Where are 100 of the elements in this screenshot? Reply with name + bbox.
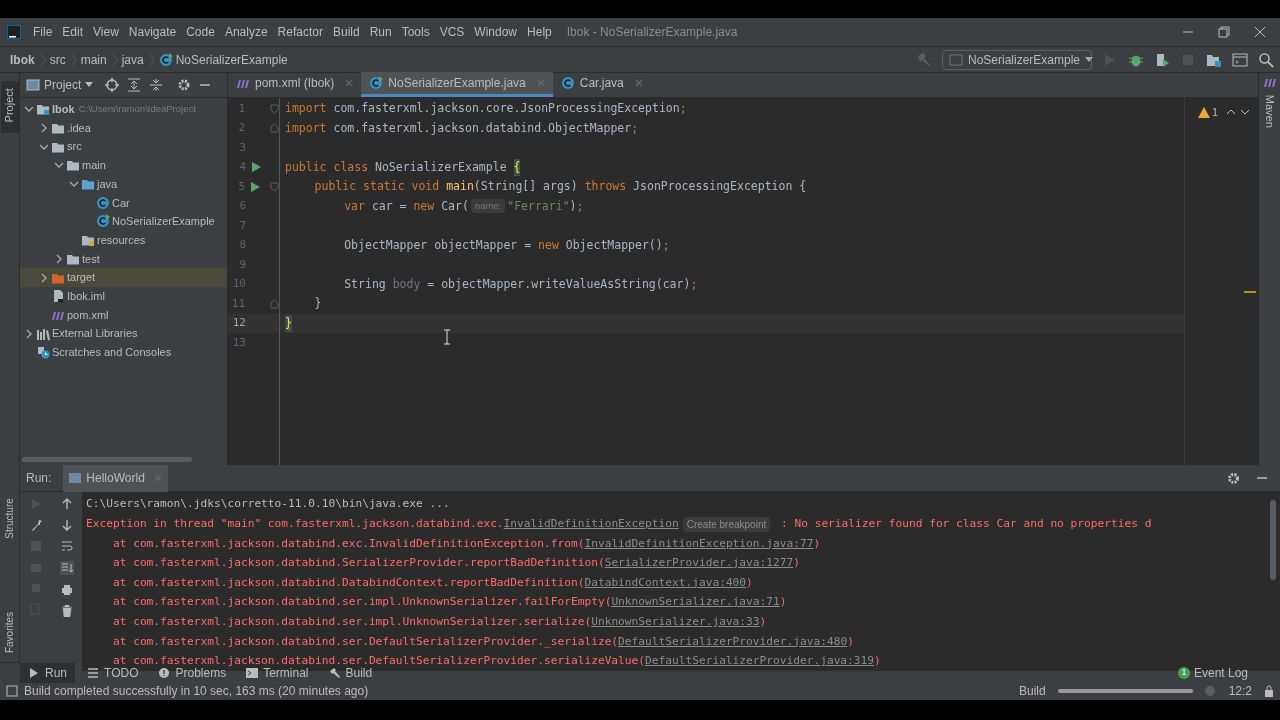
tree-item[interactable]: test (20, 249, 227, 269)
source-link[interactable]: UnknownSerializer.java:33 (591, 613, 760, 631)
maven-tool-tab[interactable]: Maven (1261, 94, 1278, 128)
menu-item[interactable]: Code (181, 23, 220, 41)
source-link[interactable]: SerializerProvider.java:1277 (604, 555, 794, 572)
coverage-icon[interactable] (1154, 51, 1170, 68)
print-icon[interactable] (60, 584, 73, 596)
tree-item[interactable]: Ibok C:\Users\ramon\IdeaProject (20, 100, 227, 119)
tree-item[interactable]: resources (20, 230, 227, 250)
soft-wrap-icon[interactable] (60, 540, 73, 552)
scroll-to-end-icon[interactable] (59, 561, 74, 575)
menu-item[interactable]: View (88, 23, 124, 41)
tree-item[interactable]: Scratches and Consoles (20, 342, 227, 362)
run-icon[interactable] (251, 162, 261, 173)
code-token: { (513, 158, 521, 176)
restore-icon[interactable] (1218, 26, 1230, 38)
source-link[interactable]: InvalidDefinitionException (503, 516, 679, 533)
tool-window-button[interactable]: Run (20, 662, 75, 683)
fold-marker-icon[interactable] (270, 181, 279, 192)
tree-item[interactable]: NoSerializerExample (20, 212, 227, 231)
tree-item[interactable]: .idea (20, 118, 227, 138)
tree-item[interactable]: main (20, 156, 227, 175)
tree-item[interactable]: src (20, 137, 227, 157)
lock-icon[interactable] (1264, 685, 1274, 697)
structure-tool-tab[interactable]: Structure (2, 498, 17, 539)
run-icon[interactable] (249, 181, 260, 192)
run-tab[interactable]: HelloWorld (63, 464, 168, 492)
text-cursor-icon (443, 328, 451, 345)
console-text: ) (874, 653, 881, 670)
chevron-right-icon[interactable] (54, 253, 64, 264)
menu-item[interactable]: Edit (57, 23, 89, 41)
tree-item[interactable]: Ibok.iml (20, 286, 227, 306)
fold-marker-icon[interactable] (270, 103, 279, 114)
tree-item[interactable]: Car (20, 193, 227, 213)
breadcrumb[interactable]: main (77, 50, 107, 69)
source-link[interactable]: DatabindContext.java:400 (584, 574, 747, 592)
code-token: main (446, 178, 474, 196)
line-number: 1 (237, 100, 246, 117)
expand-all-icon[interactable] (127, 78, 142, 92)
menu-item[interactable]: Window (469, 23, 523, 41)
fold-marker-icon[interactable] (270, 298, 279, 309)
editor-tab[interactable]: NoSerializerExample.java (361, 72, 553, 97)
menu-item[interactable]: Analyze (219, 23, 273, 41)
tree-item[interactable]: java (20, 174, 227, 194)
close-icon[interactable] (1254, 26, 1266, 38)
menu-item[interactable]: Tools (396, 23, 435, 41)
source-link[interactable]: InvalidDefinitionException.java:77 (584, 535, 814, 553)
tree-item[interactable]: target (20, 268, 227, 287)
breadcrumb[interactable]: src (46, 50, 66, 69)
settings-icon[interactable] (177, 78, 192, 92)
breadcrumb[interactable]: NoSerializerExample (155, 50, 288, 69)
code-token: com.fasterxml.jackson.core.JsonProcessingException (332, 100, 680, 118)
code-token: ; (631, 119, 639, 137)
chevron-right-icon[interactable] (39, 123, 49, 134)
chevron-right-icon[interactable] (39, 272, 49, 283)
collapse-all-icon[interactable] (149, 78, 164, 92)
class-icon (96, 214, 110, 229)
app-logo-icon[interactable] (6, 24, 22, 40)
breadcrumb[interactable]: Ibok (0, 50, 35, 69)
console-text: at com.fasterxml.jackson.databind.ser.DefaultSerializerProvider._serialize( (111, 633, 619, 650)
horizontal-scrollbar[interactable] (22, 457, 192, 462)
favorites-tool-tab[interactable]: Favorites (2, 611, 17, 654)
caret-position[interactable]: 12:2 (1228, 682, 1252, 700)
run-configuration-dropdown[interactable]: NoSerializerExample (942, 49, 1092, 70)
source-link[interactable]: DefaultSerializerProvider.java:319 (645, 653, 875, 670)
search-icon[interactable] (1258, 51, 1274, 68)
file-icon (51, 289, 65, 304)
settings-icon[interactable] (1227, 471, 1240, 485)
menu-item[interactable]: Run (364, 23, 397, 41)
editor-tab[interactable]: Car.java (552, 72, 651, 97)
project-tool-tab[interactable]: Project (0, 81, 19, 133)
project-view-dropdown[interactable]: Project (26, 76, 94, 94)
locate-icon[interactable] (105, 78, 120, 92)
panel-toggle-icon[interactable] (6, 685, 18, 697)
menu-item[interactable]: VCS (434, 23, 470, 41)
chevron-right-icon[interactable] (24, 328, 34, 339)
window-icon (949, 53, 963, 66)
warning-count[interactable]: 1 (1197, 104, 1218, 121)
terminal-window-icon[interactable] (1232, 51, 1248, 68)
event-log-button[interactable]: 1 Event Log (1177, 663, 1260, 682)
tree-item[interactable]: pom.xml (20, 305, 227, 325)
folder-icon (81, 177, 95, 192)
editor-tab[interactable]: pom.xml (Ibok) (228, 72, 362, 97)
vertical-scrollbar[interactable] (1270, 500, 1276, 580)
arrow-down-icon[interactable] (60, 519, 73, 531)
console-text: : No serializer found for class Car and no properties d (779, 516, 1152, 532)
source-link[interactable]: UnknownSerializer.java:71 (611, 594, 780, 612)
trash-icon[interactable] (60, 605, 73, 617)
menu-item[interactable]: File (28, 23, 58, 41)
menu-item[interactable]: Refactor (272, 23, 328, 41)
fold-marker-icon[interactable] (270, 123, 279, 134)
breadcrumb[interactable]: java (118, 50, 144, 69)
tree-item[interactable]: External Libraries (20, 324, 227, 343)
create-breakpoint-hint[interactable]: Create breakpoint (682, 516, 771, 532)
warning-stripe-icon[interactable] (1244, 290, 1256, 294)
menu-item[interactable]: Navigate (123, 23, 182, 41)
source-link[interactable]: DefaultSerializerProvider.java:480 (618, 633, 848, 651)
arrow-up-icon[interactable] (60, 498, 73, 510)
menu-item[interactable]: Help (522, 23, 557, 41)
menu-item[interactable]: Build (327, 23, 365, 41)
